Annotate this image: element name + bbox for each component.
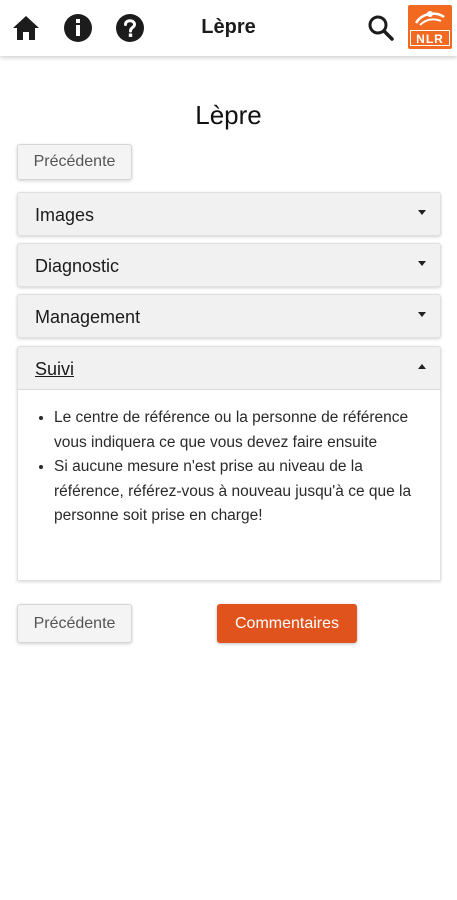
- accordion-suivi-content: Le centre de référence ou la personne de…: [17, 390, 441, 581]
- info-icon[interactable]: [63, 13, 93, 43]
- app-header: Lèpre NLR: [0, 0, 457, 56]
- help-icon[interactable]: [115, 13, 145, 43]
- search-icon[interactable]: [366, 13, 396, 43]
- comments-button[interactable]: Commentaires: [217, 604, 357, 643]
- accordion-label: Suivi: [35, 359, 75, 379]
- accordion-diagnostic[interactable]: Diagnostic: [17, 243, 441, 287]
- caret-down-icon: [418, 312, 426, 317]
- caret-down-icon: [418, 210, 426, 215]
- caret-down-icon: [418, 261, 426, 266]
- list-item: Le centre de référence ou la personne de…: [54, 406, 428, 455]
- suivi-list: Le centre de référence ou la personne de…: [18, 390, 440, 529]
- accordion-label: Diagnostic: [35, 256, 120, 276]
- home-icon[interactable]: [11, 13, 41, 43]
- caret-up-icon: [418, 364, 426, 369]
- logo-text: NLR: [410, 30, 450, 46]
- accordion-label: Management: [35, 307, 141, 327]
- accordion-management[interactable]: Management: [17, 294, 441, 338]
- accordion-images[interactable]: Images: [17, 192, 441, 236]
- page-title: Lèpre: [195, 100, 262, 130]
- list-item: Si aucune mesure n'est prise au niveau d…: [54, 455, 428, 529]
- previous-button-bottom[interactable]: Précédente: [17, 604, 132, 643]
- accordion-label: Images: [35, 205, 95, 225]
- nlr-logo: NLR: [408, 5, 452, 49]
- accordion-suivi[interactable]: Suivi: [17, 346, 441, 390]
- previous-button-top[interactable]: Précédente: [17, 144, 132, 180]
